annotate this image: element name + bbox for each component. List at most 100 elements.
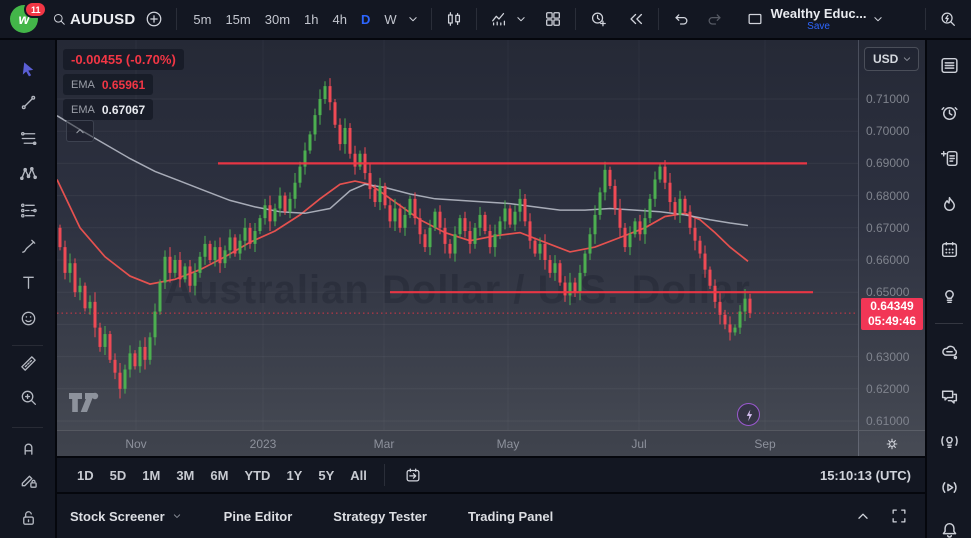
statusbar-trading-panel[interactable]: Trading Panel [468, 509, 553, 524]
statusbar-strategy-tester[interactable]: Strategy Tester [333, 509, 427, 524]
quick-search-button[interactable] [935, 6, 961, 32]
ema-value: 0.67067 [102, 103, 145, 117]
layout-grid-button[interactable] [540, 6, 566, 32]
bar-countdown: 05:49:46 [861, 314, 923, 329]
interval-1h[interactable]: 1h [297, 12, 325, 27]
ideas-stream-panel[interactable] [937, 429, 962, 454]
boost-flash-button[interactable] [737, 403, 760, 426]
compare-add-button[interactable] [141, 6, 167, 32]
text-tool[interactable] [15, 269, 41, 295]
interval-5m[interactable]: 5m [186, 12, 218, 27]
streams-panel[interactable] [937, 475, 962, 500]
range-1d[interactable]: 1D [69, 465, 102, 486]
statusbar-stock-screener[interactable]: Stock Screener [70, 509, 183, 524]
divider [384, 464, 385, 486]
save-button[interactable]: Save [807, 22, 830, 32]
time-axis-label: Mar [374, 437, 395, 451]
range-1m[interactable]: 1M [134, 465, 168, 486]
time-axis[interactable]: Nov2023MarMayJulSep [57, 430, 858, 456]
lock-all-drawings[interactable] [15, 504, 41, 530]
ema-value: 0.65961 [102, 78, 145, 92]
interval-15m[interactable]: 15m [218, 12, 257, 27]
alert-button[interactable] [585, 6, 611, 32]
alerts-panel[interactable] [937, 100, 962, 125]
redo-button[interactable] [702, 6, 728, 32]
user-menu-button[interactable]: w 11 [10, 4, 40, 34]
clock-utc[interactable]: 15:10:13 (UTC) [820, 468, 913, 483]
interval-D[interactable]: D [354, 12, 377, 27]
chart-area[interactable]: Australian Dollar / U.S. Dollar -0.00455… [57, 40, 858, 430]
brush-tool[interactable] [15, 233, 41, 259]
price-axis-label: 0.67000 [866, 221, 909, 235]
go-to-date-button[interactable] [400, 462, 426, 488]
minds-panel[interactable] [937, 340, 962, 365]
chart-settings-corner[interactable] [858, 430, 925, 456]
drawing-mode-lock[interactable] [15, 467, 41, 493]
trend-line-tool[interactable] [15, 89, 41, 115]
currency-selector[interactable]: USD [864, 47, 919, 71]
candlestick-chart [57, 40, 858, 430]
range-1y[interactable]: 1Y [278, 465, 310, 486]
divider [935, 323, 963, 324]
magnet-tool[interactable] [15, 434, 41, 460]
candle-style-button[interactable] [441, 6, 467, 32]
price-axis-label: 0.63000 [866, 350, 909, 364]
price-axis-label: 0.61000 [866, 414, 909, 428]
price-axis[interactable]: USD 0.710000.700000.690000.680000.670000… [858, 40, 925, 430]
undo-button[interactable] [668, 6, 694, 32]
emoji-tool[interactable] [15, 305, 41, 331]
range-ytd[interactable]: YTD [236, 465, 278, 486]
chat-panel[interactable] [937, 384, 962, 409]
xabcd-pattern-tool[interactable] [15, 160, 41, 186]
ema-label: EMA [71, 79, 95, 91]
interval-30m[interactable]: 30m [258, 12, 297, 27]
watchlist-panel[interactable] [937, 53, 962, 78]
calendar-panel[interactable] [937, 237, 962, 262]
divider [176, 8, 177, 30]
fullscreen-button[interactable] [886, 503, 912, 529]
range-5d[interactable]: 5D [102, 465, 135, 486]
divider [575, 8, 576, 30]
time-axis-label: Nov [125, 437, 146, 451]
indicators-button[interactable] [486, 6, 512, 32]
range-3m[interactable]: 3M [168, 465, 202, 486]
top-toolbar: w 11 AUDUSD 5m15m30m1h4hDW Wealthy Educ.… [0, 0, 971, 38]
date-range-bar: 1D5D1M3M6MYTD1Y5YAll 15:10:13 (UTC) [57, 458, 925, 492]
search-icon [50, 6, 68, 32]
collapse-panel-button[interactable] [850, 503, 876, 529]
tradingview-logo[interactable] [68, 391, 104, 414]
layout-dropdown-chevron-icon[interactable] [869, 6, 887, 32]
journal-panel[interactable] [937, 146, 962, 171]
status-bar-items: Stock Screener Pine Editor Strategy Tester… [70, 509, 850, 524]
symbol-search-button[interactable]: AUDUSD [50, 6, 141, 32]
ema-label: EMA [71, 104, 95, 116]
layout-name-button[interactable]: Wealthy Educ... Save [771, 7, 867, 32]
layout-select-button[interactable] [742, 6, 768, 32]
fib-lines-tool[interactable] [15, 125, 41, 151]
cursor-tool[interactable] [15, 55, 41, 81]
ideas-panel[interactable] [937, 283, 962, 308]
interval-dropdown-chevron-icon[interactable] [404, 6, 422, 32]
range-all[interactable]: All [342, 465, 375, 486]
indicators-dropdown-chevron-icon[interactable] [512, 6, 530, 32]
range-6m[interactable]: 6M [202, 465, 236, 486]
hotlists-panel[interactable] [937, 192, 962, 217]
statusbar-pine-editor[interactable]: Pine Editor [224, 509, 293, 524]
price-axis-label: 0.69000 [866, 156, 909, 170]
legend-collapse-button[interactable] [66, 120, 94, 142]
zoom-in-tool[interactable] [15, 384, 41, 410]
legend-ema-fast[interactable]: EMA 0.65961 [63, 74, 153, 95]
notifications-panel[interactable] [937, 518, 962, 538]
legend-ema-slow[interactable]: EMA 0.67067 [63, 99, 153, 120]
bottom-status-bar: Stock Screener Pine Editor Strategy Tester… [57, 494, 925, 538]
forecast-tool[interactable] [15, 197, 41, 223]
chevron-down-icon [901, 46, 913, 72]
replay-button[interactable] [623, 6, 649, 32]
divider [658, 8, 659, 30]
right-sidebar [927, 40, 971, 538]
measure-tool[interactable] [15, 350, 41, 376]
interval-W[interactable]: W [377, 12, 403, 27]
interval-4h[interactable]: 4h [326, 12, 354, 27]
range-5y[interactable]: 5Y [310, 465, 342, 486]
grid [57, 40, 858, 430]
